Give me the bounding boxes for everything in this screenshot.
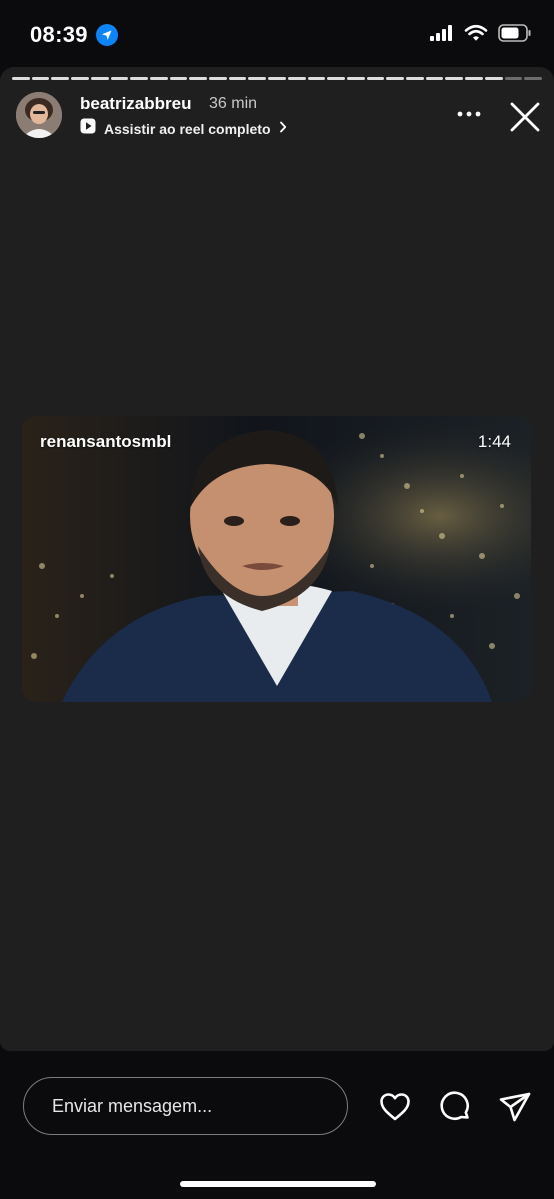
close-icon [508,102,542,138]
story-age: 36 min [209,95,258,112]
reel-video-preview[interactable]: renansantosmbl 1:44 [22,416,531,702]
comment-button[interactable] [438,1090,472,1124]
progress-segment [268,77,286,80]
story-progress-bar [12,77,542,80]
comment-icon [438,1091,472,1128]
progress-segment [366,77,385,80]
avatar[interactable] [16,92,62,138]
progress-segment [327,77,345,80]
progress-segment [504,77,523,80]
progress-segment [346,77,365,80]
reel-author: renansantosmbl [40,432,172,451]
progress-segment [445,77,464,80]
progress-segment [31,77,50,80]
progress-segment [524,77,542,80]
progress-segment [484,77,503,80]
progress-segment [248,77,267,80]
reel-link-label: Assistir ao reel completo [104,120,271,137]
watch-full-reel-link[interactable]: Assistir ao reel completo [80,118,287,139]
battery-icon [498,24,532,47]
progress-segment [71,77,89,80]
more-options-button[interactable] [452,103,486,125]
like-button[interactable] [378,1090,412,1124]
progress-segment [90,77,109,80]
progress-segment [149,77,168,80]
progress-segment [465,77,483,80]
progress-segment [51,77,70,80]
progress-segment [228,77,247,80]
more-icon [452,111,486,129]
progress-segment [307,77,326,80]
progress-segment [130,77,148,80]
video-frame-image [22,416,531,702]
heart-icon [378,1093,412,1128]
progress-segment [425,77,444,80]
status-time: 08:39 [30,22,88,47]
send-icon [498,1092,532,1128]
close-button[interactable] [508,100,542,134]
chevron-right-icon [279,120,287,138]
progress-segment [406,77,424,80]
story-viewer[interactable]: beatrizabbreu 36 min Assistir ao reel co… [0,67,554,1051]
progress-segment [189,77,208,80]
wifi-icon [464,24,488,47]
send-message-input[interactable] [23,1077,348,1135]
story-username[interactable]: beatrizabbreu [80,94,191,114]
progress-segment [110,77,129,80]
progress-segment [209,77,227,80]
cellular-signal-icon [430,25,454,46]
location-arrow-icon [96,24,118,46]
status-bar: 08:39 [0,0,554,66]
share-button[interactable] [498,1090,532,1124]
progress-segment [169,77,188,80]
progress-segment [12,77,30,80]
reel-duration: 1:44 [477,432,511,451]
progress-segment [386,77,405,80]
progress-segment [287,77,306,80]
status-icons [430,24,532,47]
play-icon [80,118,96,139]
home-indicator[interactable] [180,1181,376,1187]
